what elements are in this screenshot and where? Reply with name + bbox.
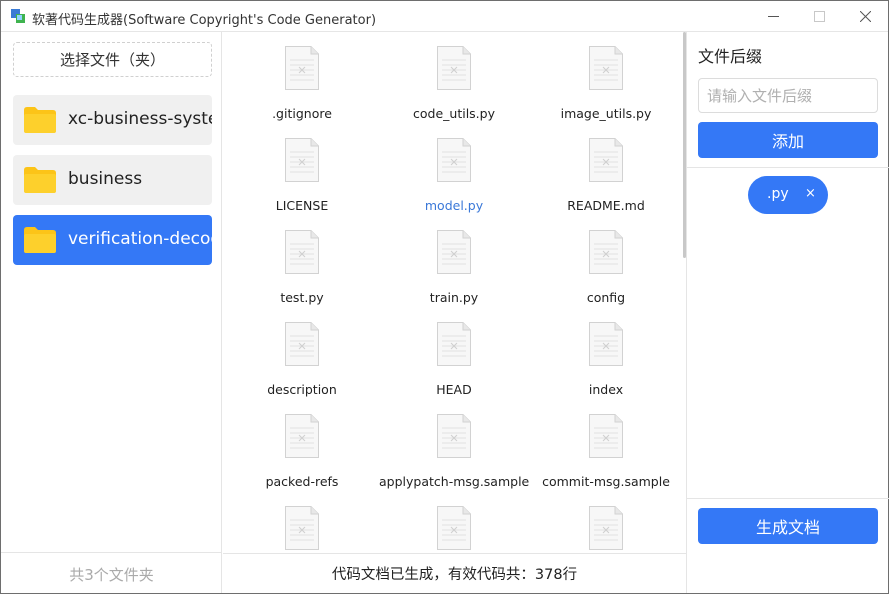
maximize-icon [813, 11, 825, 22]
file-item[interactable]: .gitignore [227, 32, 377, 122]
title-bar: 软著代码生成器(Software Copyright's Code Genera… [1, 1, 888, 32]
file-name: code_utils.py [413, 106, 495, 121]
file-icon [589, 230, 623, 274]
folder-icon [24, 167, 56, 193]
file-icon [589, 138, 623, 182]
file-icon [589, 414, 623, 458]
file-icon [285, 138, 319, 182]
file-name: train.py [429, 290, 479, 305]
close-icon[interactable]: × [805, 186, 816, 201]
suffix-input[interactable] [698, 78, 878, 113]
folder-icon [24, 107, 56, 133]
app-icon [11, 9, 25, 23]
file-icon [437, 230, 471, 274]
close-icon [859, 11, 871, 22]
suffix-title: 文件后缀 [698, 47, 763, 66]
file-name: model.py [424, 198, 484, 213]
file-name: index [588, 382, 624, 397]
file-name: .gitignore [272, 106, 332, 121]
window-title: 软著代码生成器(Software Copyright's Code Genera… [32, 13, 377, 28]
file-name: applypatch-msg.sample [379, 474, 530, 489]
file-name: README.md [567, 198, 645, 213]
suffix-panel: 文件后缀 添加 .py × 生成文档 [686, 32, 889, 593]
file-name: description [267, 382, 337, 397]
file-item[interactable]: train.py [379, 216, 529, 306]
file-item[interactable]: index [531, 308, 681, 398]
file-icon [589, 46, 623, 90]
file-item[interactable]: config [531, 216, 681, 306]
file-name: HEAD [436, 382, 472, 397]
file-item[interactable] [531, 492, 681, 553]
app-window: 软著代码生成器(Software Copyright's Code Genera… [0, 0, 889, 594]
suffix-tag-label: .py [767, 186, 789, 202]
status-bar: 代码文档已生成，有效代码共：378行 [223, 553, 686, 593]
file-icon [437, 506, 471, 550]
generate-document-button[interactable]: 生成文档 [698, 508, 878, 544]
file-icon [285, 506, 319, 550]
minimize-icon [767, 16, 779, 17]
minimize-button[interactable] [750, 1, 796, 32]
folder-item[interactable]: xc-business-system [13, 95, 212, 145]
divider [687, 167, 889, 168]
folder-count: 共3个文件夹 [69, 566, 154, 584]
file-item[interactable]: README.md [531, 124, 681, 214]
file-item[interactable]: description [227, 308, 377, 398]
file-item[interactable]: image_utils.py [531, 32, 681, 122]
file-item[interactable]: applypatch-msg.sample [379, 400, 529, 490]
file-item[interactable]: packed-refs [227, 400, 377, 490]
file-name: config [586, 290, 626, 305]
file-name: commit-msg.sample [542, 474, 670, 489]
close-button[interactable] [842, 1, 888, 32]
folder-name: verification-decode [68, 229, 212, 249]
file-item[interactable]: commit-msg.sample [531, 400, 681, 490]
file-name: test.py [280, 290, 324, 305]
file-icon [437, 138, 471, 182]
file-icon [589, 322, 623, 366]
file-item[interactable]: HEAD [379, 308, 529, 398]
folder-name: xc-business-system [68, 109, 212, 129]
file-icon [285, 46, 319, 90]
divider [1, 552, 222, 553]
file-icon [437, 322, 471, 366]
file-icon [285, 230, 319, 274]
divider [687, 498, 889, 499]
file-item[interactable]: model.py [379, 124, 529, 214]
add-suffix-button[interactable]: 添加 [698, 122, 878, 158]
file-item[interactable] [227, 492, 377, 553]
file-icon [589, 506, 623, 550]
file-icon [285, 322, 319, 366]
suffix-tag[interactable]: .py × [748, 176, 828, 214]
choose-folder-button[interactable]: 选择文件（夹） [13, 42, 212, 77]
folder-icon [24, 227, 56, 253]
file-icon [285, 414, 319, 458]
file-name: LICENSE [275, 198, 329, 213]
file-name: packed-refs [265, 474, 339, 489]
file-icon [437, 414, 471, 458]
file-item[interactable]: test.py [227, 216, 377, 306]
file-name: image_utils.py [560, 106, 652, 121]
folder-panel: 选择文件（夹） xc-business-system business veri… [1, 32, 222, 593]
maximize-button[interactable] [796, 1, 842, 32]
folder-name: business [68, 169, 143, 189]
file-item[interactable]: code_utils.py [379, 32, 529, 122]
file-icon [437, 46, 471, 90]
file-grid: .gitignore code_utils.py image_utils.py LIC… [223, 32, 686, 553]
file-item[interactable]: LICENSE [227, 124, 377, 214]
file-item[interactable] [379, 492, 529, 553]
folder-item-selected[interactable]: verification-decode [13, 215, 212, 265]
folder-item[interactable]: business [13, 155, 212, 205]
